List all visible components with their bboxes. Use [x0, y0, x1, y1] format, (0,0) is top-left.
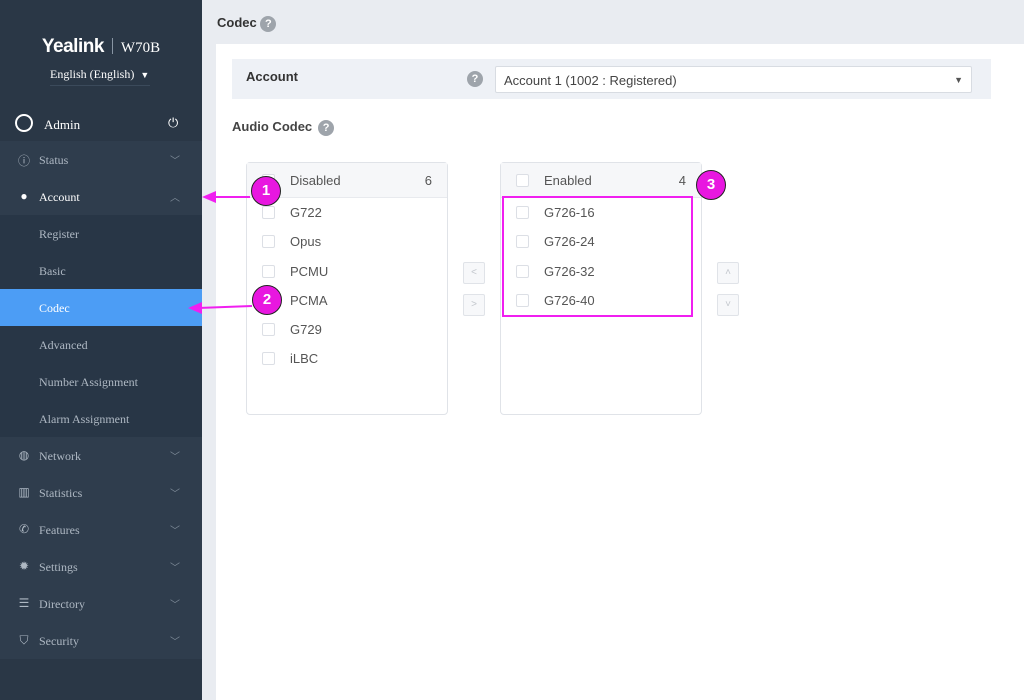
- chevron-down-icon: ﹀: [170, 600, 180, 611]
- help-icon[interactable]: ?: [318, 119, 335, 136]
- annotation-2: 2: [252, 285, 282, 315]
- chevron-down-icon: ﹀: [170, 452, 180, 463]
- sidebar-sub-alarm-assignment[interactable]: Alarm Assignment: [0, 400, 202, 437]
- main-panel: Account ? Account 1 (1002 : Registered) ▼…: [216, 44, 1024, 700]
- codec-checkbox[interactable]: [262, 352, 275, 366]
- account-select[interactable]: Account 1 (1002 : Registered) ▼: [495, 66, 972, 93]
- chart-icon: ▥: [18, 485, 30, 499]
- chevron-down-icon: ﹀: [170, 526, 180, 537]
- contacts-icon: ☰: [18, 596, 30, 610]
- count: 6: [424, 173, 432, 188]
- move-right-button[interactable]: >: [463, 294, 485, 316]
- sidebar-sub-number-assignment[interactable]: Number Assignment: [0, 363, 202, 400]
- account-row: Account ? Account 1 (1002 : Registered) ▼: [232, 59, 991, 99]
- select-all-checkbox[interactable]: [516, 174, 529, 187]
- shield-icon: ⛉: [19, 633, 29, 647]
- sidebar-item-security[interactable]: ⛉ Security ﹀: [0, 622, 202, 659]
- globe-icon: ◍: [18, 448, 30, 462]
- chevron-down-icon: ﹀: [170, 637, 180, 648]
- caret-down-icon: ▼: [954, 75, 963, 85]
- sidebar-item-settings[interactable]: ✹ Settings ﹀: [0, 548, 202, 585]
- move-down-button[interactable]: ˅: [717, 294, 739, 316]
- gear-icon: ✹: [18, 559, 30, 573]
- annotation-1: 1: [251, 176, 281, 206]
- codec-item[interactable]: iLBC: [247, 344, 447, 373]
- annotation-3: 3: [696, 170, 726, 200]
- sidebar-item-directory[interactable]: ☰ Directory ﹀: [0, 585, 202, 622]
- sidebar-item-network[interactable]: ◍ Network ﹀: [0, 437, 202, 474]
- highlight-box: [502, 196, 693, 317]
- chevron-down-icon: ﹀: [170, 489, 180, 500]
- count: 4: [678, 173, 686, 188]
- chevron-down-icon: ﹀: [170, 563, 180, 574]
- sidebar-item-statistics[interactable]: ▥ Statistics ﹀: [0, 474, 202, 511]
- sidebar-item-features[interactable]: ✆ Features ﹀: [0, 511, 202, 548]
- move-up-button[interactable]: ˄: [717, 262, 739, 284]
- phone-icon: ✆: [18, 522, 30, 536]
- move-left-button[interactable]: <: [463, 262, 485, 284]
- page-header: Codec ?: [202, 0, 1024, 44]
- help-icon[interactable]: ?: [467, 71, 483, 87]
